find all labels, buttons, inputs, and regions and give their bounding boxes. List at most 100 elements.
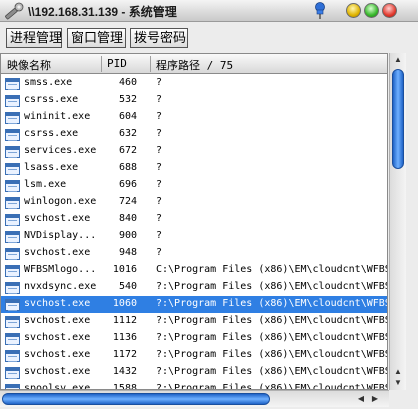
table-row[interactable]: winlogon.exe 724? [1,194,387,211]
cell-image-name: NVDisplay... [24,230,97,241]
cell-path: ?:\Program Files (x86)\EM\cloudcnt\WFBS [156,298,388,309]
process-list[interactable]: 映像名称 PID 程序路径 / 75 smss.exe 460? csrss.exe… [0,53,388,390]
cell-pid: 1172 [112,349,137,360]
process-icon [5,214,20,226]
table-row[interactable]: services.exe 672? [1,143,387,160]
process-icon [5,316,20,328]
cell-image-name: svchost.exe [24,366,91,377]
cell-pid: 1136 [112,332,137,343]
window-manager-button[interactable]: 窗口管理 [67,28,126,48]
horizontal-scrollbar[interactable]: ◀ ▶ [0,390,389,407]
cell-image-name: WFBSMlogo... [24,264,97,275]
table-row[interactable]: csrss.exe 632? [1,126,387,143]
cell-path: ? [156,179,163,190]
cell-pid: 1588 [112,383,137,390]
process-icon [5,197,20,209]
scroll-up-arrow-icon[interactable]: ▲ [393,367,403,377]
cell-path: ? [156,247,163,258]
cell-path: ?:\Program Files (x86)\EM\cloudcnt\WFBS [156,281,388,292]
cell-image-name: smss.exe [24,77,73,88]
process-icon [5,163,20,175]
table-row[interactable]: svchost.exe 1112 ?:\Program Files (x86)\EM… [1,313,387,330]
wrench-icon [5,2,24,20]
pushpin-icon[interactable] [312,2,328,20]
cell-image-name: nvxdsync.exe [24,281,97,292]
process-icon [5,350,20,362]
process-icon [5,180,20,192]
table-row[interactable]: WFBSMlogo... 1016 C:\Program Files (x86)\E… [1,262,387,279]
scroll-left-arrow-icon[interactable]: ◀ [356,394,366,404]
cell-image-name: svchost.exe [24,213,91,224]
process-icon [5,78,20,90]
table-row[interactable]: nvxdsync.exe 540 ?:\Program Files (x86)\EM… [1,279,388,296]
cell-pid: 672 [118,145,137,156]
cell-path: ? [156,111,163,122]
table-row[interactable]: svchost.exe 1060 ?:\Program Files (x86)\EM… [1,296,388,313]
process-icon [5,231,20,243]
cell-path: ? [156,128,163,139]
column-header-image-name[interactable]: 映像名称 [7,57,51,73]
table-row[interactable]: spoolsv.exe 1588 ?:\Program Files (x86)\EM… [1,381,387,390]
table-row[interactable]: svchost.exe 948? [1,245,387,262]
table-row[interactable]: NVDisplay... 900? [1,228,387,245]
cell-path: ?:\Program Files (x86)\EM\cloudcnt\WFBS [156,332,388,343]
process-icon [5,333,20,345]
window-edge [406,53,418,390]
cell-pid: 632 [118,128,137,139]
process-manager-button[interactable]: 进程管理 [6,28,62,48]
table-row[interactable]: csrss.exe 532? [1,92,387,109]
process-icon [5,146,20,158]
cell-image-name: winlogon.exe [24,196,97,207]
table-row[interactable]: lsm.exe 696? [1,177,387,194]
table-row[interactable]: svchost.exe 1136 ?:\Program Files (x86)\EM… [1,330,388,347]
cell-path: ? [156,145,163,156]
cell-image-name: svchost.exe [24,349,91,360]
table-row[interactable]: lsass.exe 688? [1,160,387,177]
table-row[interactable]: svchost.exe 1172 ?:\Program Files (x86)\EM… [1,347,387,364]
cell-pid: 696 [118,179,137,190]
table-row[interactable]: smss.exe 460? [1,75,387,92]
vertical-scrollbar[interactable]: ▲ ▲ ▼ [389,53,406,390]
process-icon [5,282,20,294]
scroll-up-arrow-icon[interactable]: ▲ [393,55,403,65]
close-button[interactable] [382,3,397,18]
vertical-scroll-thumb[interactable] [392,69,404,169]
cell-pid: 688 [118,162,137,173]
cell-pid: 1016 [112,264,137,275]
column-header-pid[interactable]: PID [107,57,127,70]
table-row[interactable]: wininit.exe 604? [1,109,387,126]
horizontal-scroll-thumb[interactable] [2,393,270,405]
cell-path: ? [156,94,163,105]
column-header-path[interactable]: 程序路径 / 75 [156,57,233,73]
dial-password-button[interactable]: 拨号密码 [130,28,188,48]
cell-path: ? [156,213,163,224]
cell-pid: 604 [118,111,137,122]
table-row[interactable]: svchost.exe 840? [1,211,387,228]
process-icon [5,112,20,124]
cell-pid: 1432 [112,366,137,377]
cell-image-name: svchost.exe [24,298,91,309]
window-title: \\192.168.31.139 - 系统管理 [28,5,177,19]
cell-image-name: spoolsv.exe [24,383,91,390]
cell-path: ?:\Program Files (x86)\EM\cloudcnt\WFBS [156,366,388,377]
title-bar[interactable]: \\192.168.31.139 - 系统管理 [0,0,418,22]
cell-image-name: svchost.exe [24,247,91,258]
cell-pid: 540 [118,281,137,292]
table-row[interactable]: svchost.exe 1432 ?:\Program Files (x86)\EM… [1,364,388,381]
list-rows: smss.exe 460? csrss.exe 532? wininit.exe 604?… [1,75,388,390]
process-icon [5,367,20,379]
minimize-button[interactable] [346,3,361,18]
cell-pid: 1060 [112,298,137,309]
column-divider[interactable] [150,56,151,72]
cell-image-name: svchost.exe [24,315,91,326]
cell-path: ? [156,230,163,241]
scroll-right-arrow-icon[interactable]: ▶ [370,394,380,404]
cell-image-name: services.exe [24,145,97,156]
scroll-down-arrow-icon[interactable]: ▼ [393,378,403,388]
column-divider[interactable] [101,56,102,72]
cell-path: ? [156,77,163,88]
cell-pid: 724 [118,196,137,207]
cell-pid: 532 [118,94,137,105]
system-manager-window: \\192.168.31.139 - 系统管理 进程管理 窗口管理 拨号密码 映… [0,0,418,409]
zoom-button[interactable] [364,3,379,18]
